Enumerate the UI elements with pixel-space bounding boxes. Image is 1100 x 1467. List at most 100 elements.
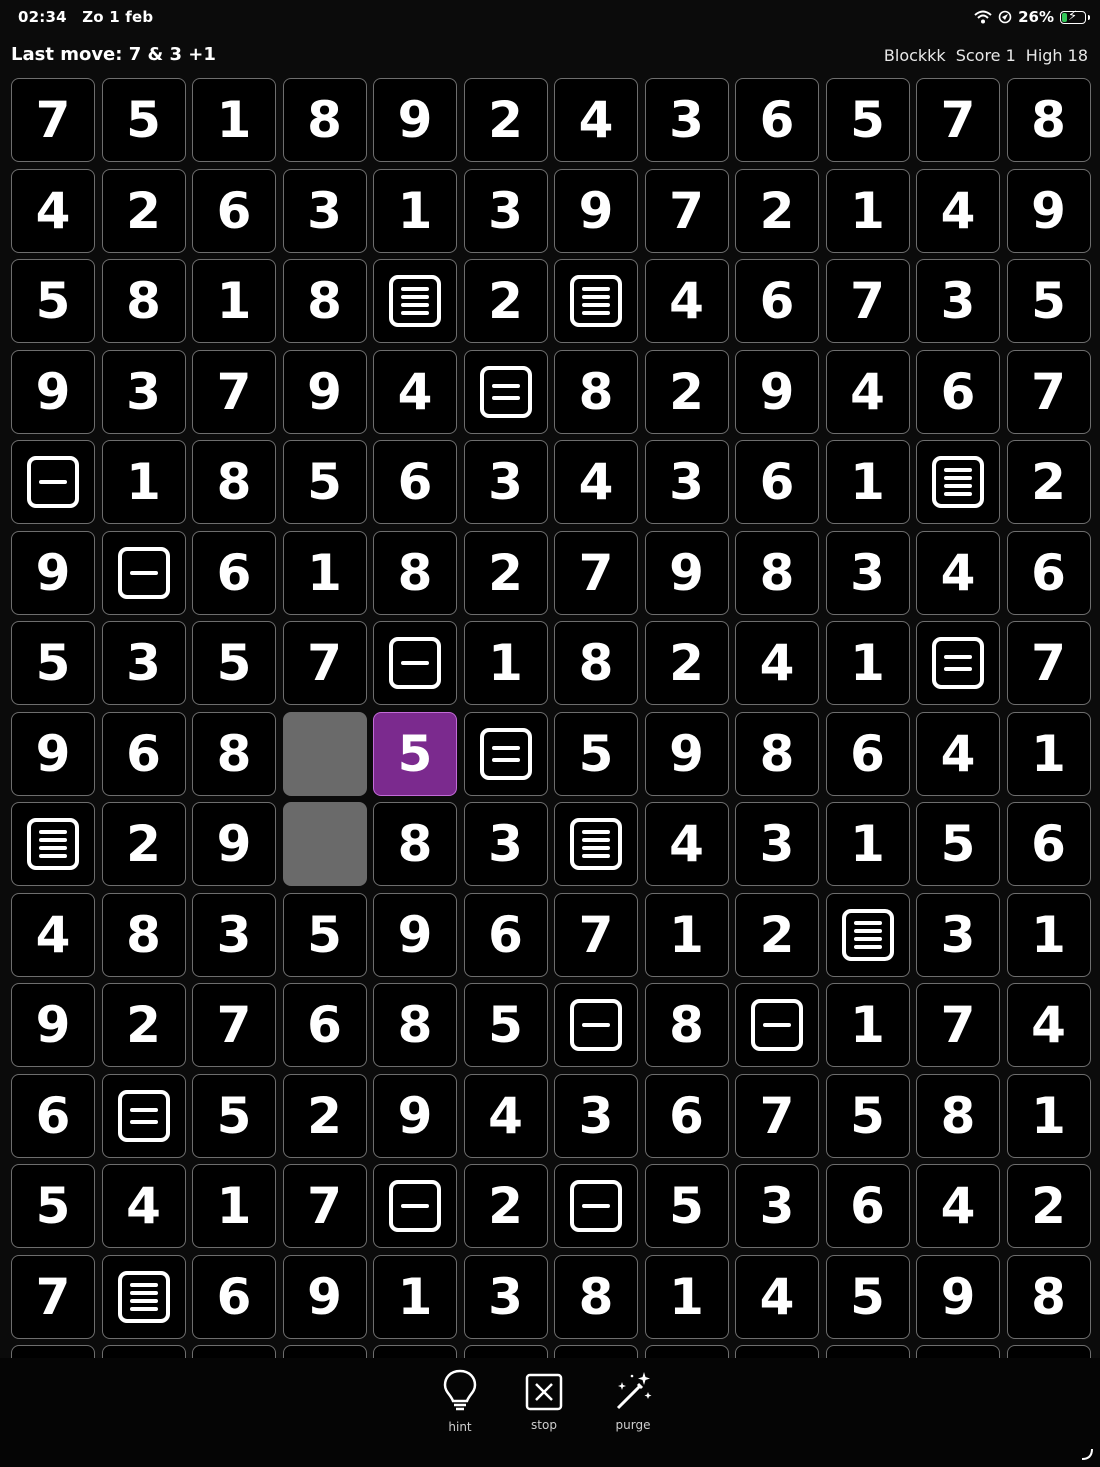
number-cell[interactable]: 1 — [373, 1254, 457, 1339]
number-cell[interactable]: 4 — [554, 440, 638, 524]
number-cell[interactable]: 7 — [1006, 349, 1091, 434]
number-cell[interactable]: 7 — [554, 530, 638, 615]
number-cell[interactable]: 8 — [554, 621, 638, 705]
number-cell[interactable]: 8 — [192, 440, 276, 524]
number-cell[interactable]: 9 — [644, 711, 729, 796]
number-cell[interactable]: 5 — [463, 983, 548, 1067]
number-cell[interactable]: 8 — [644, 983, 729, 1067]
number-cell[interactable]: 2 — [644, 621, 729, 705]
number-cell[interactable]: 3 — [735, 1164, 819, 1248]
number-cell[interactable]: 6 — [192, 530, 276, 615]
number-cell[interactable]: 7 — [192, 983, 276, 1067]
number-cell[interactable]: 5 — [825, 1254, 910, 1339]
number-cell[interactable]: 6 — [101, 711, 186, 796]
number-cell[interactable]: 1 — [373, 168, 457, 253]
number-cell[interactable]: 1 — [1006, 711, 1091, 796]
number-cell[interactable] — [463, 1345, 548, 1358]
number-cell[interactable]: 8 — [1006, 78, 1091, 162]
number-cell[interactable]: 5 — [1006, 259, 1091, 343]
number-cell[interactable]: 4 — [916, 1164, 1000, 1248]
icon-cell[interactable] — [101, 530, 186, 615]
icon-cell[interactable] — [554, 1164, 638, 1248]
number-cell[interactable]: 8 — [282, 259, 367, 343]
number-cell[interactable]: 1 — [282, 530, 367, 615]
number-cell[interactable]: 1 — [825, 802, 910, 886]
number-cell[interactable]: 7 — [554, 892, 638, 977]
number-cell[interactable]: 8 — [282, 78, 367, 162]
number-cell[interactable]: 3 — [825, 530, 910, 615]
number-cell[interactable]: 3 — [463, 440, 548, 524]
number-cell[interactable]: 4 — [1006, 983, 1091, 1067]
number-cell[interactable]: 4 — [825, 349, 910, 434]
number-cell[interactable]: 9 — [373, 78, 457, 162]
number-cell[interactable]: 6 — [463, 892, 548, 977]
number-cell[interactable]: 3 — [644, 440, 729, 524]
icon-cell[interactable] — [11, 440, 95, 524]
icon-cell[interactable] — [735, 983, 819, 1067]
number-cell[interactable]: 9 — [554, 168, 638, 253]
number-cell[interactable]: 9 — [282, 1254, 367, 1339]
number-cell[interactable]: 1 — [1006, 892, 1091, 977]
number-cell[interactable]: 7 — [282, 621, 367, 705]
number-cell[interactable]: 4 — [644, 802, 729, 886]
number-cell[interactable]: 7 — [1006, 621, 1091, 705]
icon-cell[interactable] — [825, 892, 910, 977]
number-cell[interactable]: 6 — [282, 983, 367, 1067]
number-cell[interactable] — [916, 1345, 1000, 1358]
number-cell[interactable]: 4 — [916, 530, 1000, 615]
number-cell[interactable]: 9 — [11, 711, 95, 796]
stop-button[interactable]: stop — [524, 1372, 564, 1432]
number-cell[interactable]: 7 — [192, 349, 276, 434]
number-cell[interactable]: 5 — [192, 1073, 276, 1158]
icon-cell[interactable] — [554, 802, 638, 886]
number-cell[interactable]: 1 — [192, 259, 276, 343]
number-cell[interactable]: 6 — [192, 168, 276, 253]
number-cell[interactable]: 8 — [735, 711, 819, 796]
icon-cell[interactable] — [554, 259, 638, 343]
number-cell[interactable] — [373, 1345, 457, 1358]
number-cell[interactable]: 2 — [463, 1164, 548, 1248]
number-cell[interactable]: 9 — [644, 530, 729, 615]
number-cell[interactable]: 6 — [735, 78, 819, 162]
number-cell[interactable]: 3 — [282, 168, 367, 253]
number-cell[interactable] — [192, 1345, 276, 1358]
number-cell[interactable]: 8 — [1006, 1254, 1091, 1339]
number-cell[interactable]: 9 — [192, 802, 276, 886]
number-cell[interactable]: 6 — [735, 259, 819, 343]
number-cell[interactable]: 3 — [735, 802, 819, 886]
number-cell[interactable]: 9 — [11, 983, 95, 1067]
number-cell[interactable]: 5 — [825, 1073, 910, 1158]
number-cell[interactable]: 8 — [373, 802, 457, 886]
number-cell[interactable] — [735, 1345, 819, 1358]
number-cell[interactable]: 5 — [11, 1164, 95, 1248]
number-cell[interactable]: 1 — [192, 1164, 276, 1248]
number-cell[interactable]: 2 — [644, 349, 729, 434]
number-cell[interactable]: 8 — [554, 1254, 638, 1339]
number-cell[interactable] — [101, 1345, 186, 1358]
number-cell[interactable]: 3 — [101, 621, 186, 705]
icon-cell[interactable] — [373, 259, 457, 343]
hint-button[interactable]: hint — [440, 1368, 480, 1434]
number-cell[interactable]: 2 — [1006, 1164, 1091, 1248]
number-cell[interactable]: 4 — [463, 1073, 548, 1158]
number-cell[interactable]: 2 — [463, 78, 548, 162]
number-cell[interactable]: 5 — [11, 621, 95, 705]
number-cell[interactable]: 3 — [192, 892, 276, 977]
number-cell[interactable]: 9 — [735, 349, 819, 434]
number-cell[interactable]: 6 — [644, 1073, 729, 1158]
number-cell[interactable]: 8 — [916, 1073, 1000, 1158]
number-cell[interactable]: 8 — [101, 259, 186, 343]
number-cell[interactable]: 2 — [1006, 440, 1091, 524]
icon-cell[interactable] — [373, 1164, 457, 1248]
number-cell[interactable]: 9 — [11, 349, 95, 434]
number-cell[interactable]: 5 — [192, 621, 276, 705]
number-cell[interactable]: 3 — [463, 802, 548, 886]
number-cell[interactable]: 5 — [101, 78, 186, 162]
number-cell[interactable]: 2 — [101, 802, 186, 886]
number-cell[interactable]: 6 — [735, 440, 819, 524]
number-cell[interactable]: 7 — [11, 1254, 95, 1339]
number-cell[interactable]: 1 — [825, 440, 910, 524]
number-cell[interactable]: 2 — [735, 168, 819, 253]
number-cell[interactable]: 9 — [373, 1073, 457, 1158]
number-cell[interactable]: 6 — [373, 440, 457, 524]
